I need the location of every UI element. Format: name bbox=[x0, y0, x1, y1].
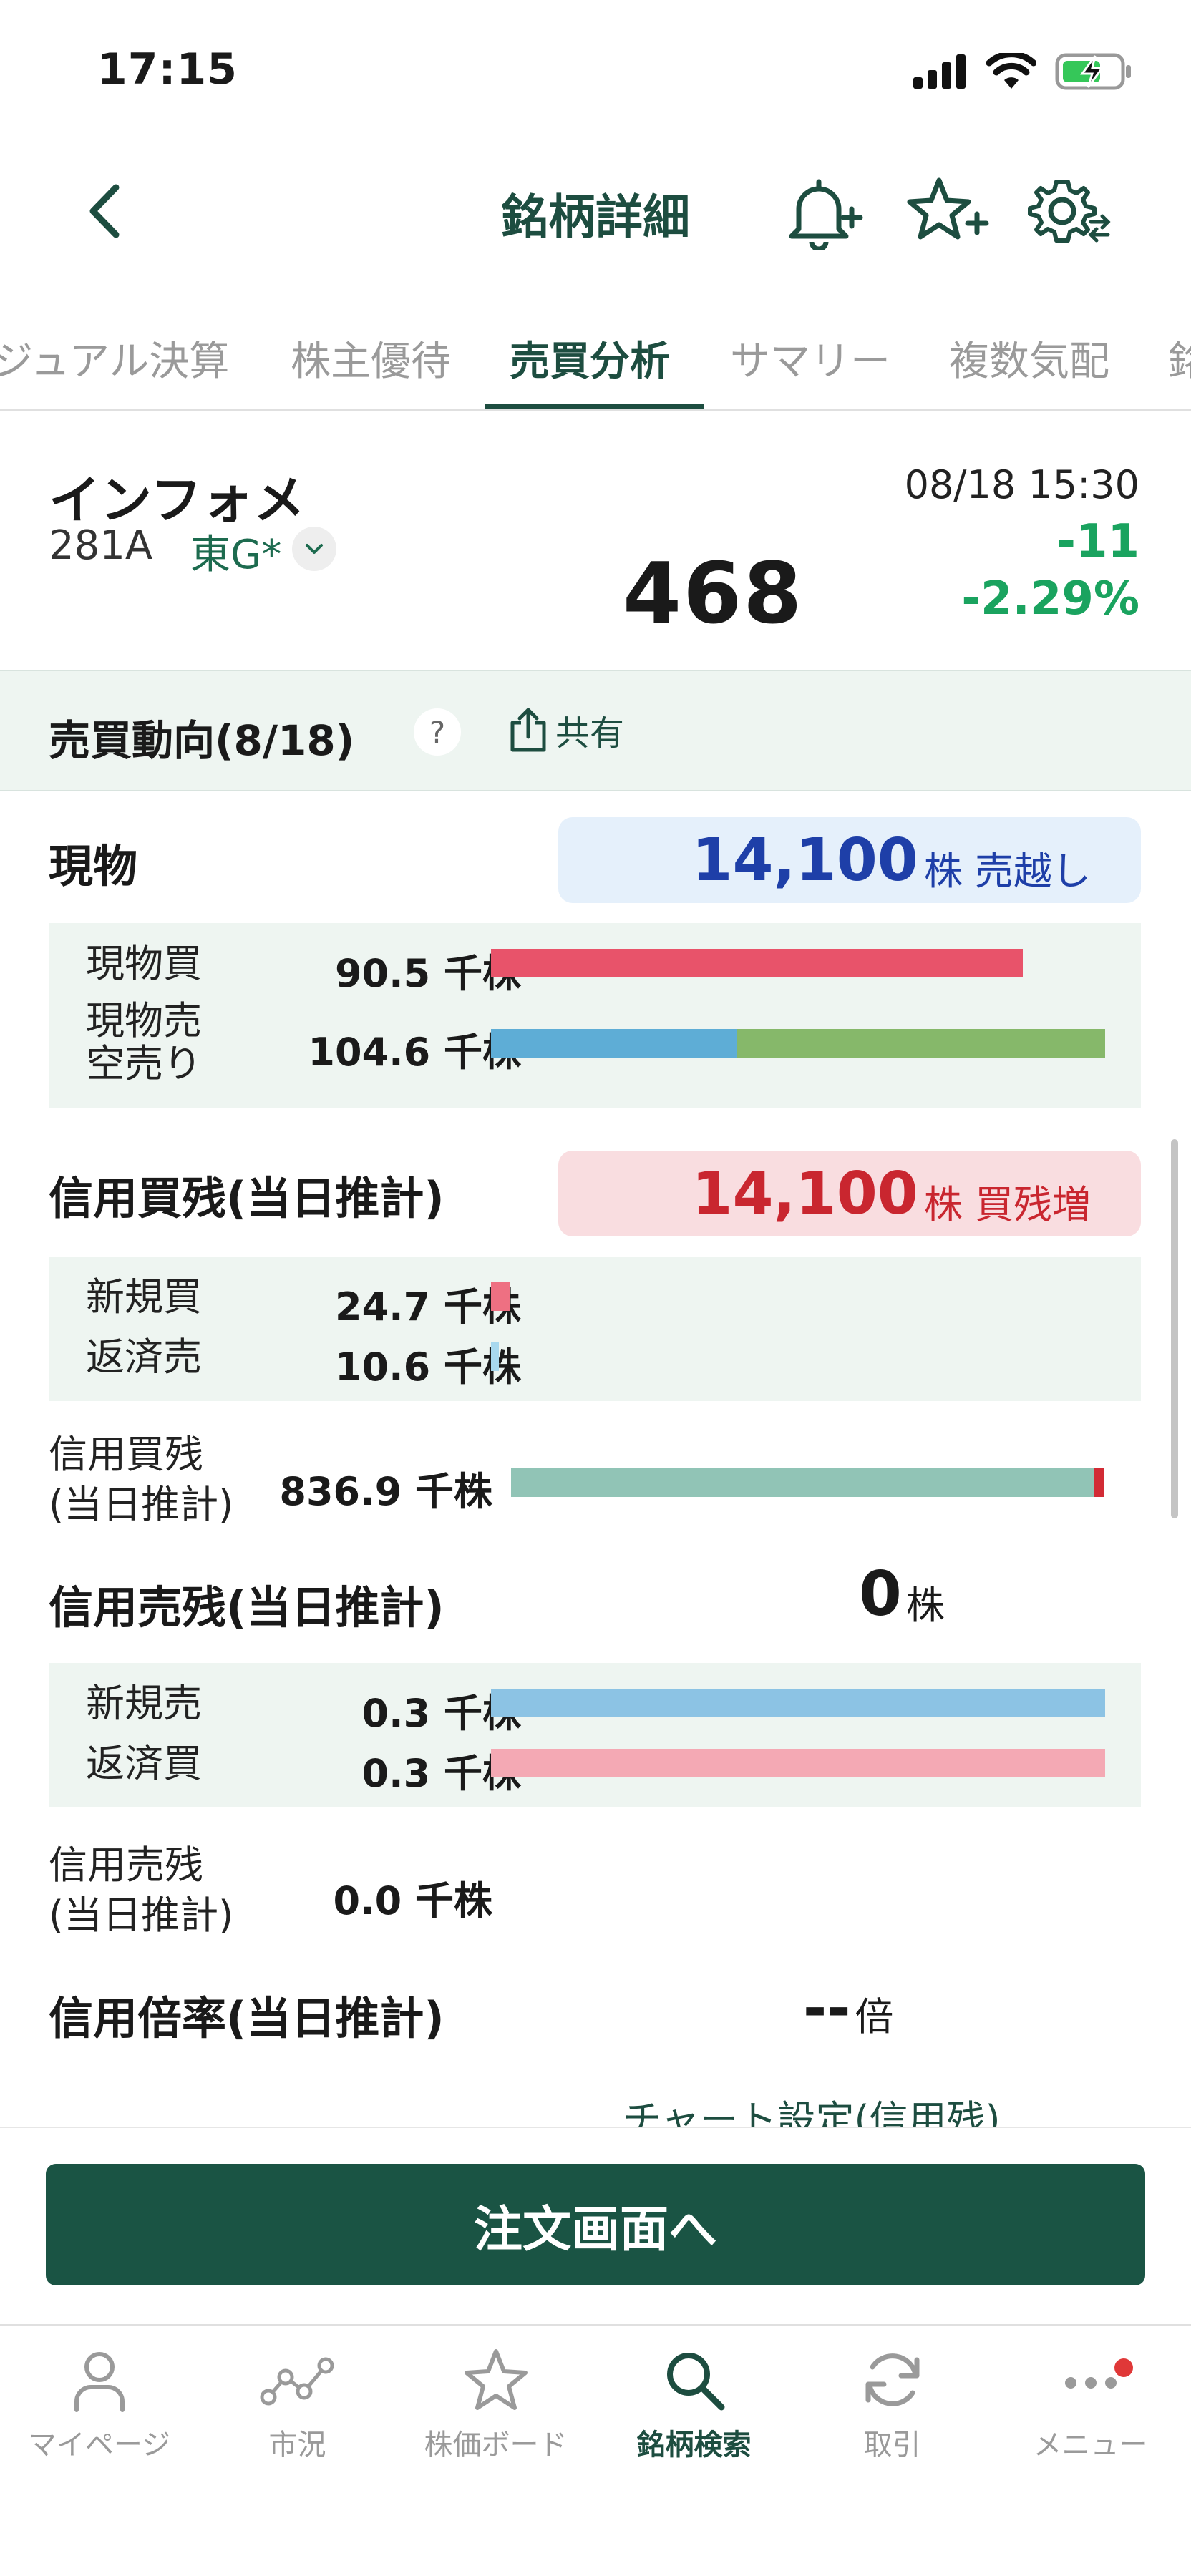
tab-summary[interactable]: サマリー bbox=[730, 329, 890, 387]
scrollbar[interactable] bbox=[1171, 1139, 1178, 1518]
stock-code: 281A bbox=[49, 522, 153, 569]
margin-buy-new-label: 新規買 bbox=[86, 1274, 202, 1319]
tabbar-mypage-label: マイページ bbox=[27, 2429, 171, 2462]
margin-sell-balance-label-1: 信用売残 bbox=[49, 1843, 203, 1888]
market-dropdown-button[interactable] bbox=[292, 527, 336, 571]
genbutsu-title: 現物 bbox=[49, 840, 138, 892]
margin-buy-repay-bar bbox=[491, 1342, 499, 1371]
tabbar-trade-label: 取引 bbox=[863, 2429, 921, 2462]
share-label: 共有 bbox=[555, 713, 625, 753]
order-screen-button[interactable]: 注文画面へ bbox=[46, 2164, 1145, 2285]
genbutsu-summary-unit: 株 売越し bbox=[923, 848, 1091, 894]
trend-title: 売買動向(8/18) bbox=[49, 716, 355, 765]
margin-ratio-value: -- bbox=[803, 1975, 851, 2041]
tab-visual-earnings[interactable]: ジュアル決算 bbox=[0, 329, 229, 387]
margin-sell-summary: 0 株 bbox=[859, 1558, 945, 1630]
genbutsu-panel: 現物買 90.5 千株 現物売 空売り 104.6 千株 bbox=[49, 923, 1141, 1108]
battery-icon bbox=[1055, 53, 1131, 90]
margin-buy-summary-unit: 株 買残増 bbox=[923, 1181, 1091, 1227]
page-title: 銘柄詳細 bbox=[501, 190, 690, 245]
tabbar-stock-search[interactable]: 銘柄検索 bbox=[595, 2344, 793, 2463]
margin-ratio-title: 信用倍率(当日推計) bbox=[49, 1992, 444, 2044]
tabbar-market-label: 市況 bbox=[268, 2429, 326, 2462]
genbutsu-sell-value: 104.6 千株 bbox=[308, 1030, 521, 1075]
bell-plus-icon bbox=[789, 179, 863, 252]
margin-buy-summary: 14,100 株 買残増 bbox=[558, 1151, 1141, 1236]
margin-sell-summary-unit: 株 bbox=[905, 1583, 945, 1628]
margin-buy-panel: 新規買 24.7 千株 返済売 10.6 千株 bbox=[49, 1257, 1141, 1401]
price-datetime: 08/18 15:30 bbox=[904, 462, 1139, 507]
stock-price: 468 bbox=[623, 544, 804, 643]
price-change-percent: -2.29% bbox=[961, 572, 1139, 625]
margin-buy-increase-bar bbox=[1094, 1468, 1104, 1497]
margin-buy-title: 信用買残(当日推計) bbox=[49, 1172, 444, 1224]
refresh-icon bbox=[865, 2353, 919, 2406]
person-icon bbox=[74, 2352, 125, 2412]
margin-sell-new-label: 新規売 bbox=[86, 1681, 202, 1726]
margin-sell-panel: 新規売 0.3 千株 返済買 0.3 千株 bbox=[49, 1663, 1141, 1807]
share-button[interactable]: 共有 bbox=[508, 701, 624, 758]
add-favorite-button[interactable] bbox=[903, 172, 989, 250]
notification-badge bbox=[1114, 2358, 1133, 2377]
genbutsu-buy-bar bbox=[491, 949, 1023, 977]
margin-buy-balance-bar bbox=[511, 1468, 1094, 1497]
tabbar-mypage[interactable]: マイページ bbox=[0, 2344, 198, 2463]
status-icons bbox=[913, 50, 1134, 93]
genbutsu-sell-label-1: 現物売 bbox=[86, 998, 202, 1043]
margin-buy-balance-value: 836.9 千株 bbox=[279, 1469, 492, 1514]
genbutsu-short-bar bbox=[737, 1029, 1105, 1058]
tabbar-trade[interactable]: 取引 bbox=[793, 2344, 991, 2463]
margin-buy-new-bar bbox=[491, 1282, 510, 1311]
line-nodes-icon bbox=[260, 2357, 334, 2406]
tabbar-stock-board-label: 株価ボード bbox=[424, 2429, 568, 2462]
search-icon bbox=[666, 2353, 724, 2411]
margin-sell-repay-label: 返済買 bbox=[86, 1741, 202, 1786]
tab-next[interactable]: 銘 bbox=[1168, 329, 1191, 387]
margin-buy-repay-label: 返済売 bbox=[86, 1335, 202, 1380]
star-plus-icon bbox=[907, 177, 989, 240]
tabbar-market[interactable]: 市況 bbox=[198, 2344, 397, 2463]
signal-icon bbox=[913, 54, 966, 89]
help-button[interactable]: ? bbox=[414, 708, 461, 756]
price-change: -11 bbox=[1056, 515, 1139, 568]
more-dots-icon bbox=[1064, 2377, 1117, 2389]
wifi-icon bbox=[986, 53, 1036, 89]
margin-ratio-unit: 倍 bbox=[855, 1994, 894, 2039]
margin-sell-title: 信用売残(当日推計) bbox=[49, 1581, 444, 1634]
share-icon bbox=[510, 708, 546, 752]
trend-section-header: 売買動向(8/18) ? 共有 bbox=[0, 670, 1191, 791]
margin-sell-balance-value: 0.0 千株 bbox=[333, 1878, 492, 1923]
tabbar-menu[interactable]: メニュー bbox=[991, 2344, 1190, 2463]
tab-active-indicator bbox=[485, 404, 704, 409]
genbutsu-buy-label: 現物買 bbox=[86, 941, 202, 986]
margin-buy-balance-label-1: 信用買残 bbox=[49, 1432, 203, 1477]
margin-buy-summary-value: 14,100 bbox=[691, 1159, 918, 1228]
tabbar-menu-label: メニュー bbox=[1033, 2429, 1148, 2462]
order-area: 注文画面へ bbox=[0, 2127, 1191, 2324]
margin-buy-balance-label-2: (当日推計) bbox=[49, 1482, 234, 1527]
genbutsu-summary-value: 14,100 bbox=[691, 826, 918, 894]
genbutsu-summary: 14,100 株 売越し bbox=[558, 817, 1141, 903]
settings-button[interactable] bbox=[1025, 172, 1111, 250]
star-icon bbox=[464, 2349, 528, 2410]
tab-multiple-quotes[interactable]: 複数気配 bbox=[949, 329, 1109, 387]
bottom-tab-bar: マイページ 市況 株価ボード 銘柄検索 取引 メニュー bbox=[0, 2324, 1191, 2576]
margin-sell-repay-bar bbox=[491, 1749, 1105, 1777]
margin-sell-new-bar bbox=[491, 1689, 1105, 1717]
tab-shareholder-benefits[interactable]: 株主優待 bbox=[291, 329, 451, 387]
gear-icon bbox=[1028, 180, 1111, 243]
margin-ratio-summary: -- 倍 bbox=[803, 1975, 893, 2041]
genbutsu-sell-bar bbox=[491, 1029, 737, 1058]
add-alert-button[interactable] bbox=[777, 172, 863, 252]
genbutsu-sell-label-2: 空売り bbox=[86, 1041, 202, 1086]
tabbar-stock-board[interactable]: 株価ボード bbox=[397, 2344, 595, 2463]
tab-trade-analysis[interactable]: 売買分析 bbox=[510, 329, 670, 387]
market-selector[interactable]: 東G* bbox=[190, 522, 281, 580]
margin-sell-balance-label-2: (当日推計) bbox=[49, 1893, 234, 1938]
chevron-down-icon bbox=[306, 544, 323, 554]
tab-bar: ジュアル決算 株主優待 売買分析 サマリー 複数気配 銘 bbox=[0, 315, 1191, 411]
status-time: 17:15 bbox=[97, 44, 238, 94]
margin-sell-summary-value: 0 bbox=[859, 1558, 902, 1630]
tabbar-stock-search-label: 銘柄検索 bbox=[636, 2429, 752, 2462]
